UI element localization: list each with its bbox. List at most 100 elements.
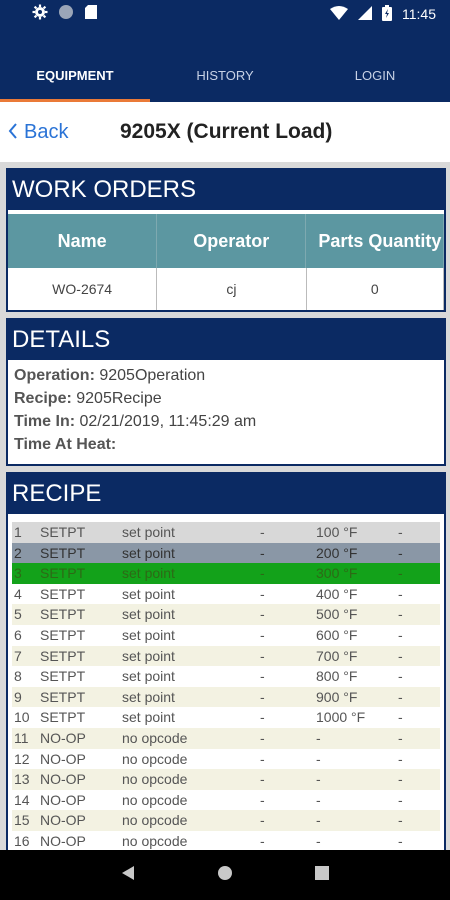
list-item[interactable]: 7 SETPT set point - 700 °F -: [12, 645, 440, 667]
recipe-field-1: -: [260, 668, 265, 685]
list-item[interactable]: 8 SETPT set point - 800 °F -: [12, 666, 440, 687]
recipe-opcode: SETPT: [40, 606, 86, 623]
recipe-description: set point: [122, 565, 175, 582]
list-item[interactable]: 16 NO-OP no opcode - - -: [12, 831, 440, 852]
recipe-field-2: -: [398, 524, 403, 540]
recipe-step-number: 12: [14, 750, 30, 767]
recipe-opcode: NO-OP: [40, 750, 86, 767]
recipe-description: no opcode: [122, 729, 188, 746]
cell-name: WO-2674: [8, 268, 158, 310]
recipe-opcode: SETPT: [40, 647, 86, 664]
detail-recipe: Recipe: 9205Recipe: [14, 390, 162, 407]
column-header-operator[interactable]: Operator: [157, 214, 307, 268]
list-item[interactable]: 9 SETPT set point - 900 °F -: [12, 686, 440, 708]
recipe-value: 400 °F: [316, 585, 358, 602]
work-orders-table[interactable]: Name Operator Parts Quantity WO-2674 cj …: [8, 214, 444, 310]
status-right: 11:45: [330, 4, 436, 24]
column-header-parts-quantity[interactable]: Parts Quantity: [306, 214, 444, 268]
recipe-step-number: 7: [14, 647, 22, 664]
recipe-value: 700 °F: [316, 647, 358, 664]
work-orders-header-row: Name Operator Parts Quantity: [8, 214, 444, 268]
detail-time-at-heat: Time At Heat:: [14, 436, 117, 453]
recipe-description: no opcode: [122, 771, 188, 788]
recipe-field-2: -: [398, 544, 403, 561]
recipe-opcode: SETPT: [40, 668, 86, 685]
tab-equipment[interactable]: EQUIPMENT: [0, 30, 150, 102]
recipe-field-2: -: [398, 626, 403, 643]
recipe-title: RECIPE: [8, 474, 444, 514]
list-item[interactable]: 10 SETPT set point - 1000 °F -: [12, 707, 440, 728]
recipe-description: no opcode: [122, 750, 188, 767]
recipe-description: set point: [122, 647, 175, 664]
recipe-value: 800 °F: [316, 668, 358, 685]
recipe-field-2: -: [398, 832, 403, 849]
recipe-opcode: SETPT: [40, 524, 86, 540]
back-nav-icon[interactable]: [121, 865, 135, 886]
recipe-field-2: -: [398, 709, 403, 726]
recipe-opcode: NO-OP: [40, 791, 86, 808]
status-left: [32, 4, 98, 25]
recipe-step-number: 6: [14, 626, 22, 643]
recipe-description: set point: [122, 668, 175, 685]
back-button[interactable]: Back: [8, 119, 68, 145]
column-header-name[interactable]: Name: [8, 214, 158, 268]
content-area[interactable]: WORK ORDERS Name Operator Parts Quantity…: [0, 162, 450, 852]
list-item[interactable]: 1 SETPT set point - 100 °F -: [12, 522, 440, 543]
recipe-field-1: -: [260, 606, 265, 623]
recipe-step-number: 8: [14, 668, 22, 685]
recipe-step-number: 5: [14, 606, 22, 623]
home-nav-icon[interactable]: [217, 865, 233, 886]
detail-time-in: Time In: 02/21/2019, 11:45:29 am: [14, 413, 257, 430]
recipe-value: -: [316, 750, 321, 767]
list-item[interactable]: 6 SETPT set point - 600 °F -: [12, 625, 440, 646]
page-header: Back 9205X (Current Load): [0, 102, 450, 162]
recipe-description: set point: [122, 688, 175, 705]
recipe-value: 300 °F: [316, 565, 358, 582]
tab-login[interactable]: LOGIN: [300, 30, 450, 102]
chevron-left-icon: [8, 119, 18, 145]
list-item[interactable]: 13 NO-OP no opcode - - -: [12, 769, 440, 790]
recipe-description: set point: [122, 626, 175, 643]
recipe-field-1: -: [260, 709, 265, 726]
recipe-opcode: NO-OP: [40, 771, 86, 788]
recipe-field-2: -: [398, 565, 403, 582]
recipe-field-2: -: [398, 812, 403, 829]
tab-bar: EQUIPMENT HISTORY LOGIN: [0, 30, 450, 102]
recipe-step-number: 10: [14, 709, 30, 726]
recipe-list[interactable]: 1 SETPT set point -100 °F -2 SETPT set point -2…: [8, 522, 444, 852]
list-item[interactable]: 2 SETPT set point - 200 °F -: [12, 542, 440, 564]
recipe-step-number: 13: [14, 771, 30, 788]
table-row[interactable]: WO-2674 cj 0: [8, 268, 444, 310]
clock: 11:45: [402, 6, 436, 22]
list-item[interactable]: 4 SETPT set point - 400 °F -: [12, 584, 440, 605]
recipe-field-2: -: [398, 647, 403, 664]
recipe-value: -: [316, 729, 321, 746]
recipe-step-number: 4: [14, 585, 22, 602]
list-item[interactable]: 5 SETPT set point - 500 °F -: [12, 604, 440, 625]
recipe-value: 900 °F: [316, 688, 358, 705]
list-item[interactable]: 11 NO-OP no opcode - - -: [12, 727, 440, 749]
recipe-field-1: -: [260, 647, 265, 664]
list-item[interactable]: 3 SETPT set point - 300 °F -: [12, 563, 440, 584]
battery-icon: [382, 4, 392, 24]
recipe-field-2: -: [398, 688, 403, 705]
recipe-field-1: -: [260, 565, 265, 582]
recipe-opcode: NO-OP: [40, 729, 86, 746]
detail-operation: Operation: 9205Operation: [14, 367, 206, 384]
recipe-field-2: -: [398, 750, 403, 767]
gear-icon: [32, 4, 48, 25]
work-orders-section: WORK ORDERS Name Operator Parts Quantity…: [6, 168, 446, 312]
recents-nav-icon[interactable]: [315, 865, 329, 885]
recipe-opcode: NO-OP: [40, 832, 86, 849]
recipe-value: -: [316, 791, 321, 808]
recipe-value: -: [316, 771, 321, 788]
status-bar: 11:45: [0, 0, 450, 28]
list-item[interactable]: 15 NO-OP no opcode - - -: [12, 810, 440, 831]
list-item[interactable]: 14 NO-OP no opcode - - -: [12, 790, 440, 811]
recipe-field-1: -: [260, 729, 265, 746]
recipe-value: -: [316, 832, 321, 849]
recipe-field-1: -: [260, 832, 265, 849]
details-title: DETAILS: [8, 320, 444, 360]
tab-history[interactable]: HISTORY: [150, 30, 300, 102]
list-item[interactable]: 12 NO-OP no opcode - - -: [12, 749, 440, 770]
